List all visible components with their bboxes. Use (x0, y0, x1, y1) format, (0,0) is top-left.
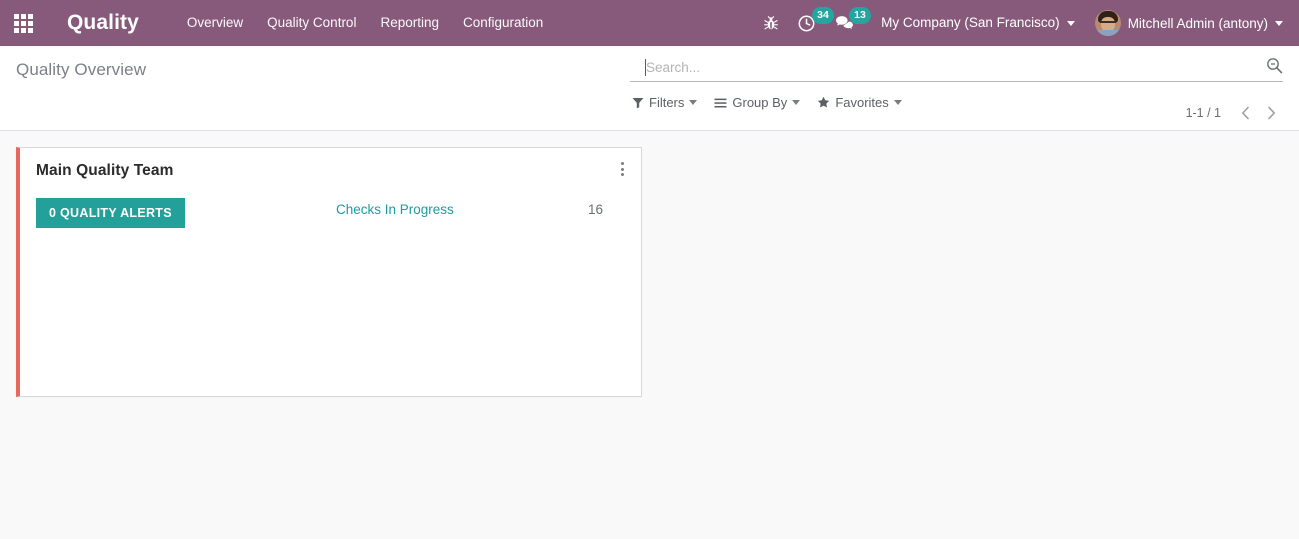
kanban-view: Main Quality Team 0 QUALITY ALERTS Check… (0, 131, 1299, 538)
kanban-card-main-quality-team[interactable]: Main Quality Team 0 QUALITY ALERTS Check… (16, 147, 642, 397)
search-icon[interactable] (1266, 57, 1283, 79)
page-title: Quality Overview (16, 60, 147, 79)
avatar (1094, 10, 1121, 36)
chevron-down-icon (1066, 20, 1075, 26)
chevron-down-icon (893, 100, 902, 105)
card-menu-button[interactable] (613, 158, 631, 180)
debug-menu-button[interactable] (754, 0, 788, 46)
pager-value: 1-1 / 1 (1185, 106, 1221, 120)
group-by-dropdown[interactable]: Group By (712, 93, 806, 112)
user-name: Mitchell Admin (antony) (1127, 15, 1268, 31)
quality-alerts-button[interactable]: 0 QUALITY ALERTS (36, 198, 185, 229)
filters-dropdown[interactable]: Filters (630, 93, 703, 112)
checks-in-progress-link[interactable]: Checks In Progress (336, 202, 454, 217)
chevron-down-icon (792, 100, 801, 105)
menu-item-quality-control[interactable]: Quality Control (255, 0, 368, 46)
filters-label: Filters (649, 95, 685, 110)
alerts-column: 0 QUALITY ALERTS (36, 198, 336, 229)
pager-next-button[interactable] (1259, 101, 1283, 125)
control-panel: Quality Overview Search... Filters Group… (0, 46, 1299, 131)
user-menu[interactable]: Mitchell Admin (antony) (1085, 0, 1289, 46)
star-icon (818, 96, 830, 108)
company-name: My Company (San Francisco) (881, 15, 1060, 30)
activities-menu-button[interactable]: 34 (788, 0, 834, 46)
pager-previous-button[interactable] (1233, 101, 1257, 125)
top-navbar: Quality Overview Quality Control Reporti… (0, 0, 1299, 46)
list-lines-icon (714, 98, 727, 107)
chevron-down-icon (689, 100, 698, 105)
pager: 1-1 / 1 (1186, 101, 1283, 125)
chevron-down-icon (1275, 20, 1283, 26)
text-cursor (645, 59, 646, 76)
chevron-left-icon (1241, 106, 1249, 120)
apps-grid-icon (13, 13, 33, 33)
filter-funnel-icon (632, 97, 644, 108)
messages-menu-button[interactable]: 13 (825, 0, 871, 46)
stats-column: Checks In Progress 16 (336, 198, 625, 217)
menu-item-overview[interactable]: Overview (175, 0, 255, 46)
favorites-label: Favorites (835, 95, 889, 110)
search-box[interactable] (630, 56, 1283, 82)
checks-in-progress-value: 16 (587, 202, 603, 217)
card-title: Main Quality Team (36, 162, 174, 179)
apps-menu-button[interactable] (0, 0, 46, 46)
company-switcher[interactable]: My Company (San Francisco) (863, 0, 1085, 46)
breadcrumb: Quality Overview (0, 46, 630, 80)
navbar-right-tools: 34 13 My Company (San Francisco) Mitchel… (754, 0, 1299, 46)
menu-item-reporting[interactable]: Reporting (368, 0, 451, 46)
menu-item-configuration[interactable]: Configuration (451, 0, 555, 46)
chevron-right-icon (1267, 106, 1275, 120)
search-input[interactable] (630, 59, 1283, 78)
favorites-dropdown[interactable]: Favorites (815, 93, 907, 112)
app-brand-quality[interactable]: Quality (67, 0, 139, 46)
messages-count-badge: 13 (849, 7, 871, 24)
stat-row-checks-in-progress: Checks In Progress 16 (336, 202, 603, 217)
bug-icon (764, 15, 779, 29)
main-menu: Overview Quality Control Reporting Confi… (175, 0, 555, 46)
group-by-label: Group By (732, 95, 788, 110)
